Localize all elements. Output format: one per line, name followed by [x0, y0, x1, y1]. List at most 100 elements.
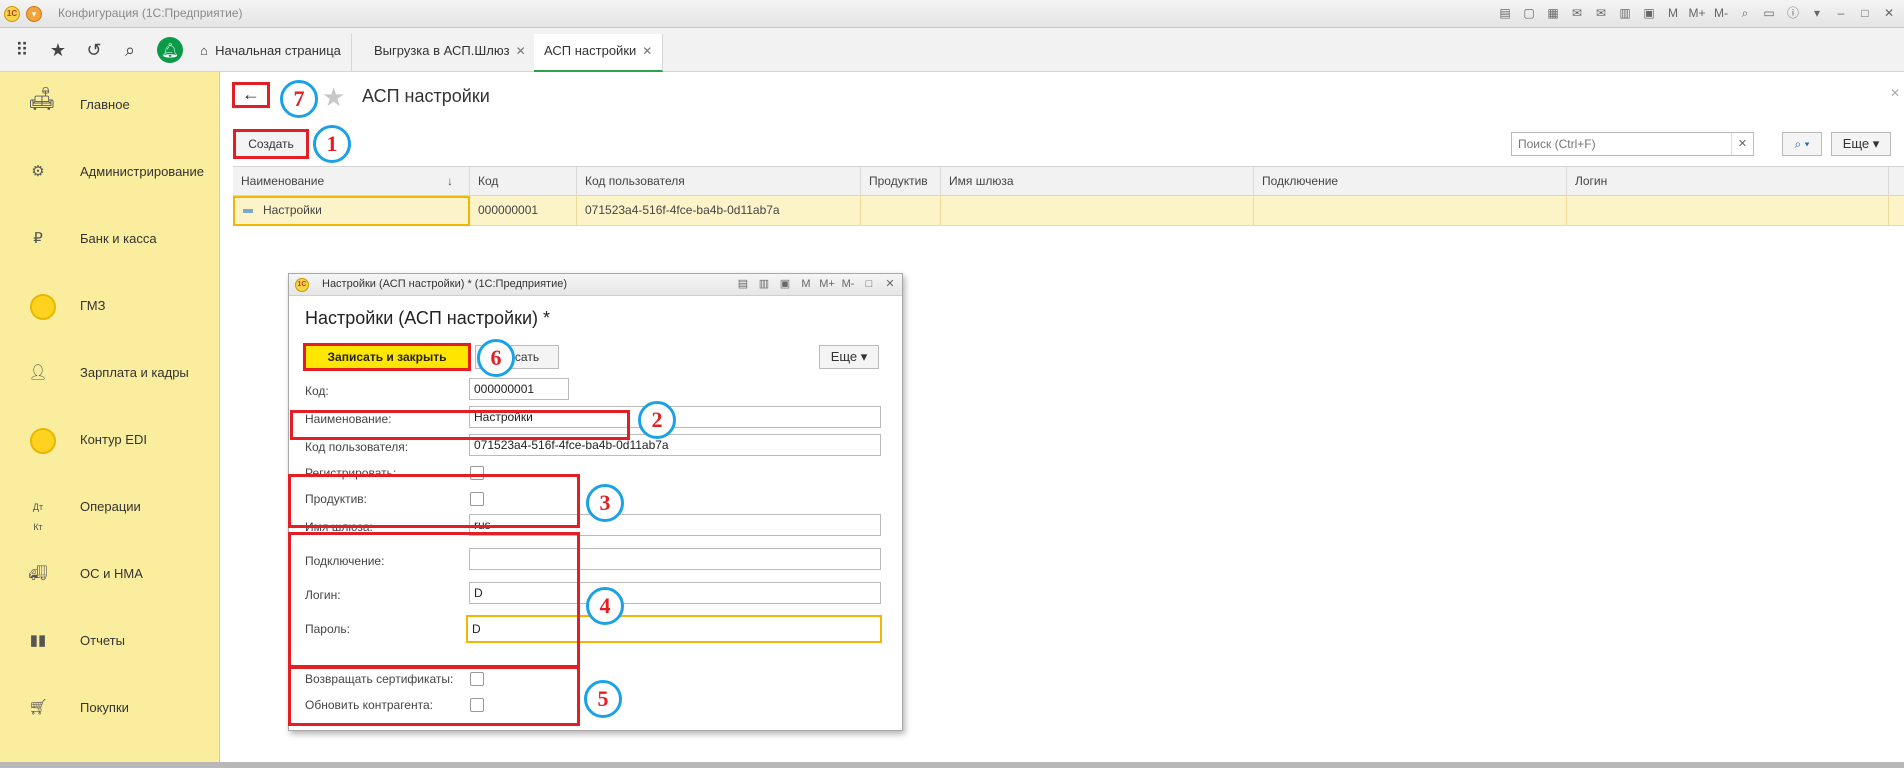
notifications-bell-icon[interactable]: 🔔︎	[157, 37, 183, 63]
tab-bar: ⠿ ★ ↺ ⌕ 🔔︎ ⌂ Начальная страница Выгрузка…	[0, 28, 1904, 72]
maximize-icon[interactable]: □	[1856, 4, 1874, 22]
cell-login[interactable]	[1567, 196, 1889, 226]
memory-mplus-button[interactable]: M+	[1688, 4, 1706, 22]
window-title: Конфигурация (1С:Предприятие)	[58, 6, 243, 20]
history-icon[interactable]: ↺	[82, 38, 106, 62]
window-titlebar: 1С ▾ Конфигурация (1С:Предприятие) ▤ ▢ ▦…	[0, 0, 1904, 28]
mail-send-icon[interactable]: ✉	[1592, 4, 1610, 22]
home-icon: ⌂	[200, 43, 216, 58]
cell-text: Настройки	[263, 203, 322, 217]
close-icon[interactable]: ✕	[882, 276, 898, 292]
sidebar-item-label: Главное	[80, 97, 130, 112]
sidebar: 🛋︎ Главное ⚙ Администрирование ₽ Банк и …	[0, 72, 220, 768]
save-icon[interactable]: ▦	[1544, 4, 1562, 22]
more-button[interactable]: Еще ▾	[1831, 132, 1891, 156]
desk-lamp-icon: 🛋︎	[28, 86, 56, 111]
tab-home[interactable]: ⌂ Начальная страница	[190, 34, 352, 72]
search-input[interactable]	[1512, 133, 1722, 155]
annotation-box-5	[288, 666, 580, 726]
minimize-icon[interactable]: –	[1832, 4, 1850, 22]
favorites-star-icon[interactable]: ★	[46, 38, 70, 62]
column-header-productive[interactable]: Продуктив	[861, 167, 941, 197]
cell-code[interactable]: 000000001	[470, 196, 577, 226]
write-button-label: сать	[514, 350, 540, 364]
tab-asp-settings[interactable]: АСП настройки ✕	[534, 34, 664, 72]
cell-name[interactable]: Настройки	[233, 196, 470, 226]
calendar-icon[interactable]: ▣	[1640, 4, 1658, 22]
print-icon[interactable]: ▤	[1496, 4, 1514, 22]
table-row[interactable]: Настройки 000000001 071523a4-516f-4fce-b…	[233, 196, 1904, 226]
tab-close-icon[interactable]: ✕	[642, 44, 652, 58]
person-icon: 👤︎	[28, 364, 48, 381]
sidebar-item-main[interactable]: 🛋︎ Главное	[0, 83, 220, 127]
column-header-connection[interactable]: Подключение	[1254, 167, 1567, 197]
dialog-more-button[interactable]: Еще ▾	[819, 345, 879, 369]
main-menu-icon[interactable]: ▾	[26, 6, 42, 22]
cell-gateway[interactable]	[941, 196, 1254, 226]
apps-grid-icon[interactable]: ⠿	[10, 38, 34, 62]
favorite-star-icon[interactable]: ★	[322, 82, 345, 113]
sidebar-item-purchases[interactable]: 🛒︎ Покупки	[0, 686, 220, 730]
cell-user-code[interactable]: 071523a4-516f-4fce-ba4b-0d11ab7a	[577, 196, 861, 226]
info-icon[interactable]: ⓘ	[1784, 4, 1802, 22]
column-header-user-code[interactable]: Код пользователя	[577, 167, 861, 197]
zoom-icon[interactable]: ⌕	[1736, 4, 1754, 22]
back-button[interactable]: ←	[232, 82, 270, 108]
print-icon[interactable]: ▤	[735, 276, 751, 292]
window-layout-icon[interactable]: ▭	[1760, 4, 1778, 22]
calculator-icon[interactable]: ▥	[1616, 4, 1634, 22]
sidebar-item-bank[interactable]: ₽ Банк и касса	[0, 217, 220, 261]
mail-icon[interactable]: ✉	[1568, 4, 1586, 22]
cart-icon: 🛒︎	[28, 699, 48, 716]
sidebar-item-salary[interactable]: 👤︎ Зарплата и кадры	[0, 351, 220, 395]
search-icon[interactable]: ⌕	[118, 38, 142, 62]
column-header-gateway[interactable]: Имя шлюза	[941, 167, 1254, 197]
page-title: АСП настройки	[362, 86, 490, 106]
memory-mplus-button[interactable]: M+	[819, 276, 835, 292]
code-label: Код:	[305, 384, 329, 398]
tab-label: Начальная страница	[215, 43, 341, 58]
save-and-close-button[interactable]: Записать и закрыть	[303, 343, 471, 371]
column-header-name[interactable]: Наименование ↓	[233, 167, 470, 197]
sidebar-item-label: Банк и касса	[80, 231, 157, 246]
sidebar-item-administration[interactable]: ⚙ Администрирование	[0, 150, 220, 194]
app-logo-icon: 1С	[295, 278, 309, 292]
dialog-heading: Настройки (АСП настройки) *	[305, 308, 551, 328]
annotation-marker-5: 5	[584, 680, 622, 718]
memory-mminus-button[interactable]: M-	[840, 276, 856, 292]
cell-productive[interactable]	[861, 196, 941, 226]
dialog-window-title: Настройки (АСП настройки) * (1С:Предприя…	[322, 278, 568, 290]
gear-icon: ⚙	[31, 163, 45, 180]
sidebar-item-fixed-assets[interactable]: 🚚︎ ОС и НМА	[0, 552, 220, 596]
column-header-login[interactable]: Логин	[1567, 167, 1889, 197]
chevron-down-icon[interactable]: ▾	[1808, 4, 1826, 22]
arrow-left-icon: ←	[242, 84, 260, 104]
calculator-icon[interactable]: ▥	[756, 276, 772, 292]
close-form-icon[interactable]: ✕	[1890, 86, 1900, 100]
sidebar-item-label: ГМЗ	[80, 298, 106, 313]
truck-icon: 🚚︎	[28, 565, 48, 582]
tab-export-gateway[interactable]: Выгрузка в АСП.Шлюз ✕	[364, 34, 537, 72]
memory-mminus-button[interactable]: M-	[1712, 4, 1730, 22]
tab-close-icon[interactable]: ✕	[516, 44, 526, 58]
preview-icon[interactable]: ▢	[1520, 4, 1538, 22]
dialog-titlebar: 1С Настройки (АСП настройки) * (1С:Предп…	[289, 274, 902, 296]
maximize-icon[interactable]: □	[861, 276, 877, 292]
search-field: ✕	[1511, 132, 1754, 156]
sidebar-item-operations[interactable]: Дт Кт Операции	[0, 485, 220, 532]
cell-connection[interactable]	[1254, 196, 1567, 226]
memory-m-button[interactable]: M	[1664, 4, 1682, 22]
calendar-icon[interactable]: ▣	[777, 276, 793, 292]
create-button[interactable]: Создать	[233, 129, 309, 159]
column-header-code[interactable]: Код	[470, 167, 577, 197]
sidebar-item-reports[interactable]: ▮▮ Отчеты	[0, 619, 220, 663]
code-field[interactable]	[469, 378, 569, 400]
close-icon[interactable]: ✕	[1880, 4, 1898, 22]
clear-search-icon[interactable]: ✕	[1731, 133, 1753, 155]
more-button-label: Еще	[830, 349, 858, 364]
annotation-box-2	[290, 410, 630, 440]
sidebar-item-gmz[interactable]: ГМЗ	[0, 284, 220, 328]
search-button[interactable]: ⌕ ▾	[1782, 132, 1822, 156]
memory-m-button[interactable]: M	[798, 276, 814, 292]
sidebar-item-kontur-edi[interactable]: Контур EDI	[0, 418, 220, 462]
